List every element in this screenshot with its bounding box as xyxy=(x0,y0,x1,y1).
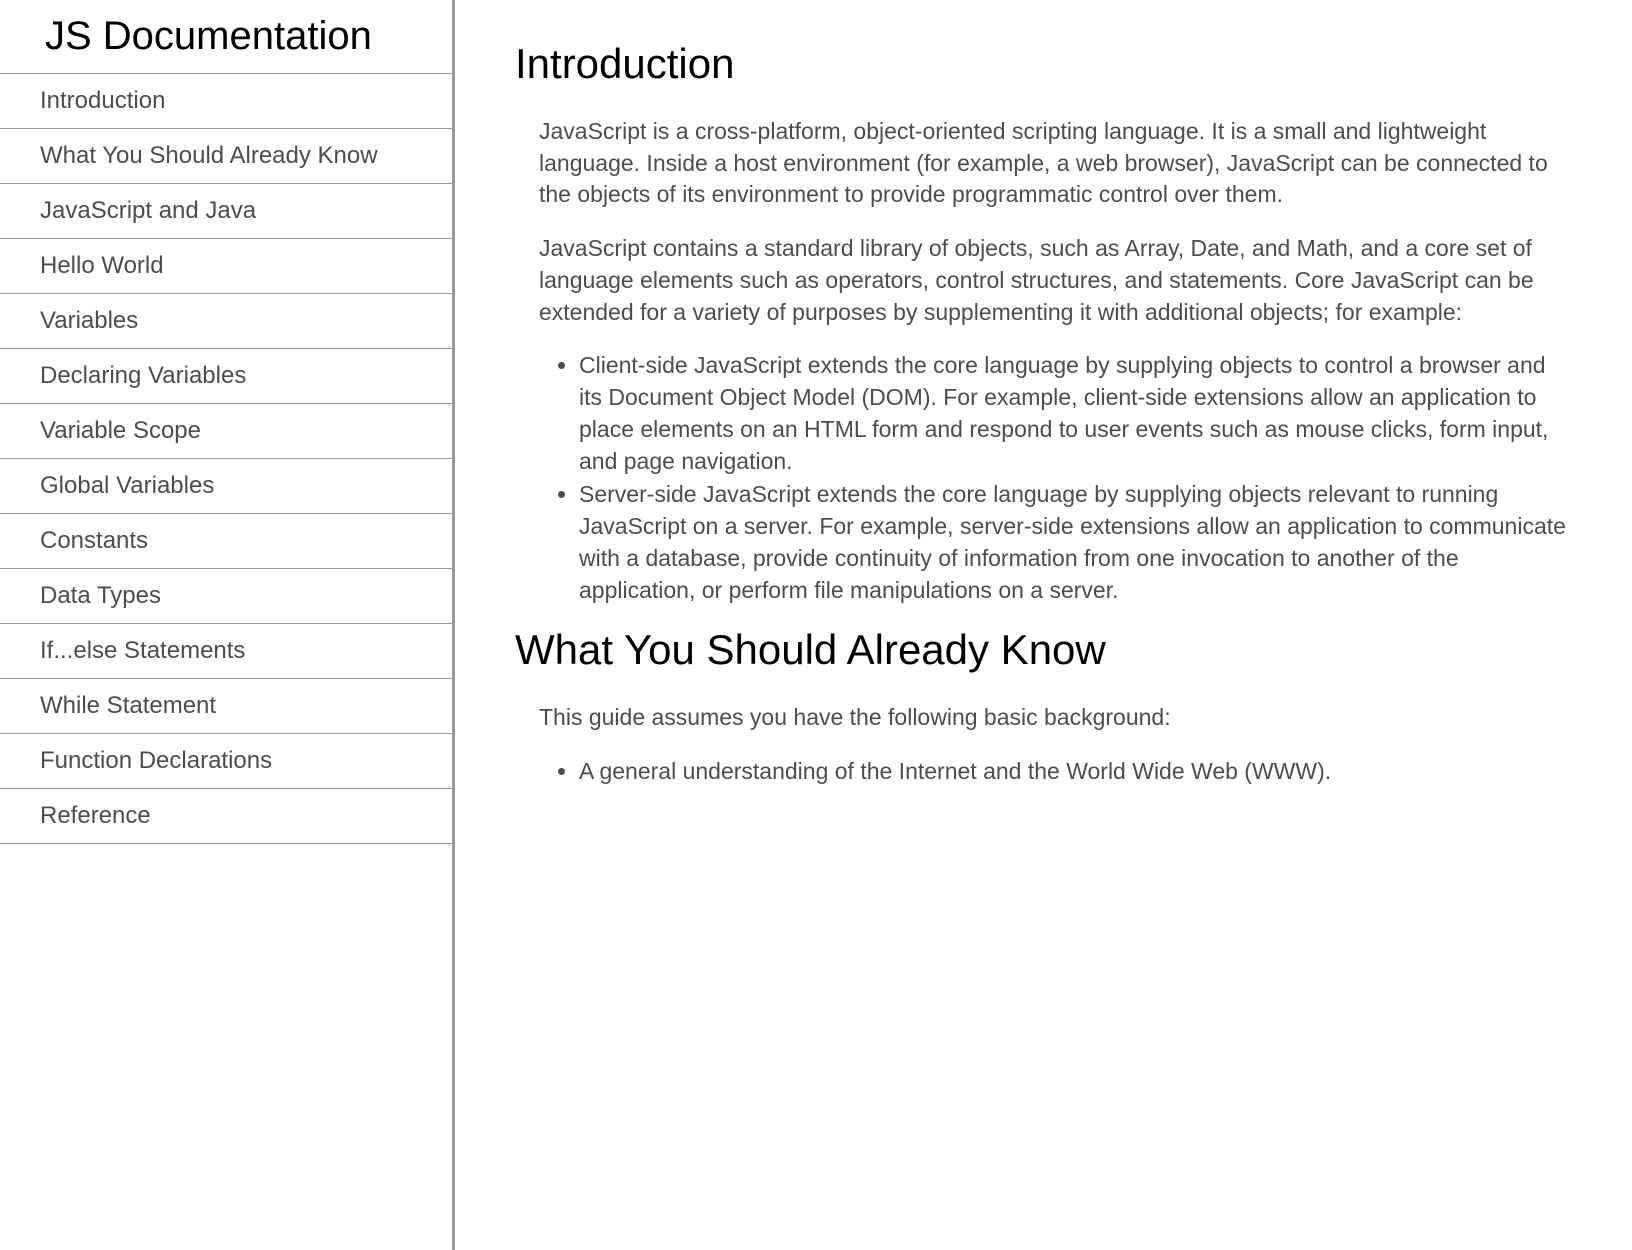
nav-link-hello-world[interactable]: Hello World xyxy=(0,239,452,293)
intro-list: Client-side JavaScript extends the core … xyxy=(579,350,1572,606)
nav-link-function-declarations[interactable]: Function Declarations xyxy=(0,734,452,788)
nav-link-variables[interactable]: Variables xyxy=(0,294,452,348)
intro-list-item-server-side: Server-side JavaScript extends the core … xyxy=(579,479,1572,606)
nav-link-declaring-variables[interactable]: Declaring Variables xyxy=(0,349,452,403)
section-body-introduction: JavaScript is a cross-platform, object-o… xyxy=(539,116,1572,606)
nav-link-introduction[interactable]: Introduction xyxy=(0,74,452,128)
nav-link-variable-scope[interactable]: Variable Scope xyxy=(0,404,452,458)
intro-paragraph-2: JavaScript contains a standard library o… xyxy=(539,233,1572,328)
nav-link-global-variables[interactable]: Global Variables xyxy=(0,459,452,513)
sidebar-list: Introduction What You Should Already Kno… xyxy=(0,74,452,844)
wysak-list-item-1: A general understanding of the Internet … xyxy=(579,756,1572,788)
sidebar-title: JS Documentation xyxy=(0,0,452,74)
nav-link-javascript-and-java[interactable]: JavaScript and Java xyxy=(0,184,452,238)
section-heading-introduction: Introduction xyxy=(515,40,1572,88)
section-body-what-you-should-already-know: This guide assumes you have the followin… xyxy=(539,702,1572,787)
nav-link-reference[interactable]: Reference xyxy=(0,789,452,843)
wysak-list: A general understanding of the Internet … xyxy=(579,756,1572,788)
nav-link-while-statement[interactable]: While Statement xyxy=(0,679,452,733)
section-introduction: Introduction JavaScript is a cross-platf… xyxy=(515,40,1572,606)
main-content: Introduction JavaScript is a cross-platf… xyxy=(455,0,1632,1250)
sidebar-nav: JS Documentation Introduction What You S… xyxy=(0,0,455,1250)
nav-link-data-types[interactable]: Data Types xyxy=(0,569,452,623)
section-heading-what-you-should-already-know: What You Should Already Know xyxy=(515,626,1572,674)
intro-paragraph-1: JavaScript is a cross-platform, object-o… xyxy=(539,116,1572,211)
wysak-paragraph-1: This guide assumes you have the followin… xyxy=(539,702,1572,734)
nav-link-what-you-should-already-know[interactable]: What You Should Already Know xyxy=(0,129,452,183)
section-what-you-should-already-know: What You Should Already Know This guide … xyxy=(515,626,1572,787)
nav-link-if-else-statements[interactable]: If...else Statements xyxy=(0,624,452,678)
nav-link-constants[interactable]: Constants xyxy=(0,514,452,568)
intro-list-item-client-side: Client-side JavaScript extends the core … xyxy=(579,350,1572,477)
